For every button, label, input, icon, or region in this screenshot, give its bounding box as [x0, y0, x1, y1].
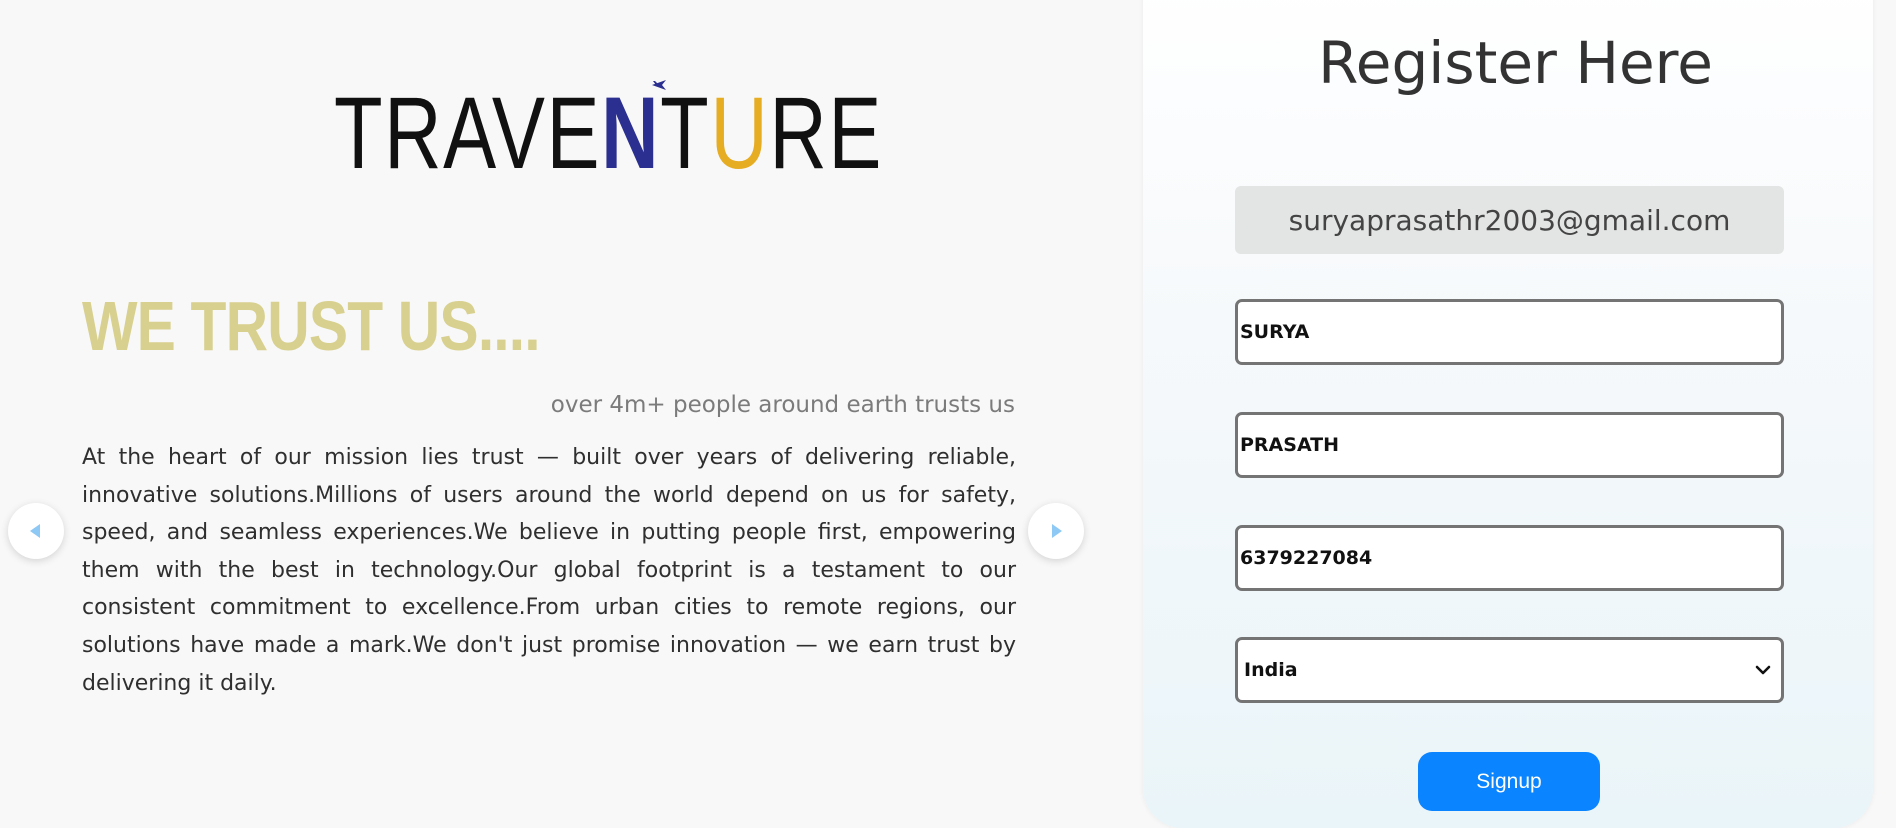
- arrow-left-icon: [30, 524, 40, 538]
- carousel-prev-button[interactable]: [8, 503, 64, 559]
- first-name-input[interactable]: [1235, 299, 1784, 365]
- hero-subline: over 4m+ people around earth trusts us: [550, 392, 1015, 418]
- country-select-value: India: [1244, 659, 1298, 681]
- carousel-next-button[interactable]: [1028, 503, 1084, 559]
- logo-wordmark: TRAVENTURE: [334, 76, 884, 190]
- register-title: Register Here: [1318, 29, 1713, 97]
- brand-logo: TRAVENTURE: [330, 76, 881, 186]
- signup-button[interactable]: Signup: [1418, 752, 1600, 811]
- email-display: suryaprasathr2003@gmail.com: [1235, 186, 1784, 254]
- country-select[interactable]: India: [1235, 637, 1784, 703]
- last-name-input[interactable]: [1235, 412, 1784, 478]
- phone-input[interactable]: [1235, 525, 1784, 591]
- hero-headline: WE TRUST US....: [82, 287, 541, 365]
- hero-paragraph: At the heart of our mission lies trust —…: [82, 445, 1016, 696]
- arrow-right-icon: [1052, 524, 1062, 538]
- chevron-down-icon: [1755, 665, 1771, 675]
- airplane-icon: [652, 80, 666, 90]
